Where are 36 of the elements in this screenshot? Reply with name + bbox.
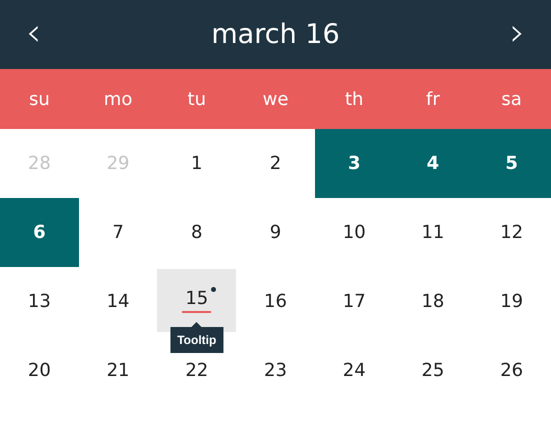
day-cell[interactable]: 9 [236,198,315,267]
day-cell[interactable]: 21 [78,336,158,405]
month-title: march 16 [211,19,340,50]
weekday-label: mo [104,88,132,110]
weekday-label: su [28,88,50,110]
weekday-label: tu [188,88,206,110]
day-cell[interactable]: 13 [0,267,79,336]
day-cell[interactable]: 18 [394,267,472,336]
day-cell[interactable]: 11 [394,198,472,267]
previous-month-button[interactable]: ‹ [20,12,48,56]
day-cell[interactable]: 5 [472,129,551,198]
day-cell[interactable]: 17 [314,267,394,336]
day-cell[interactable]: 10 [314,198,394,267]
day-cell[interactable]: 26 [472,336,551,405]
tooltip: Tooltip [170,327,224,353]
day-cell[interactable]: 4 [394,129,472,198]
day-cell[interactable]: 8 [157,198,236,267]
day-cell[interactable]: 20 [0,336,79,405]
day-cell[interactable]: 12 [472,198,551,267]
day-cell[interactable]: 25 [394,336,472,405]
weekday-label: sa [501,88,522,110]
day-cell[interactable]: 1 [157,129,236,198]
next-month-button[interactable]: › [504,12,531,56]
day-cell[interactable]: 24 [314,336,394,405]
day-cell[interactable]: 16 [236,267,315,336]
day-cell[interactable]: 7 [78,198,158,267]
day-cell[interactable]: 6 [0,198,79,267]
day-cell[interactable]: 3 [314,129,394,198]
day-cell[interactable]: 14 [78,267,158,336]
day-cell[interactable]: 2 [236,129,315,198]
weekday-label: fr [426,88,440,110]
weekday-label: we [262,88,288,110]
day-cell[interactable]: 23 [236,336,315,405]
weekday-label: th [344,88,364,110]
day-cell[interactable]: 19 [472,267,551,336]
day-number: 15 [182,288,212,313]
